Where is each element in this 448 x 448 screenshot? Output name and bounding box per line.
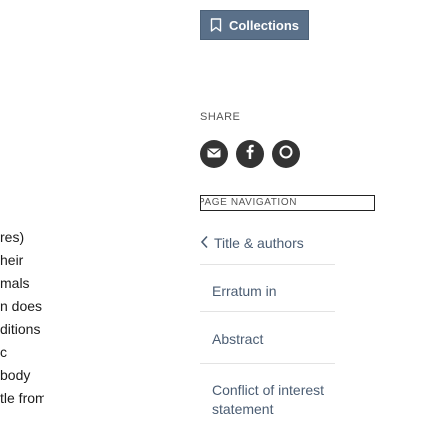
sidebar: Collections SHARE PAGE NAVIGATION Title … bbox=[200, 0, 448, 448]
nav-item-abstract[interactable]: Abstract bbox=[200, 312, 335, 364]
share-icons bbox=[200, 140, 300, 168]
article-line: tle from bbox=[0, 390, 44, 406]
twitter-share-button[interactable] bbox=[272, 140, 300, 168]
facebook-icon bbox=[246, 144, 254, 164]
nav-item-erratum[interactable]: Erratum in bbox=[200, 265, 335, 312]
nav-item-label: Abstract bbox=[212, 331, 264, 347]
email-icon bbox=[207, 145, 221, 163]
email-share-button[interactable] bbox=[200, 140, 228, 168]
nav-item-label: statement bbox=[212, 401, 274, 417]
nav-item-conflict-of-interest[interactable]: Conflict of interest statement bbox=[200, 364, 335, 439]
nav-item-label: Erratum in bbox=[212, 283, 277, 299]
facebook-share-button[interactable] bbox=[236, 140, 264, 168]
chevron-left-icon bbox=[200, 235, 209, 249]
article-body-clipped: res) heir mals n does ditions c body tle… bbox=[0, 226, 44, 410]
article-line: body bbox=[0, 367, 31, 383]
article-line: ditions bbox=[0, 321, 41, 337]
article-line: n does bbox=[0, 298, 43, 314]
article-line: c bbox=[0, 344, 7, 360]
nav-item-label: Conflict of interest bbox=[212, 382, 325, 398]
article-line: heir bbox=[0, 252, 24, 268]
article-line: res) bbox=[0, 229, 25, 245]
page: res) heir mals n does ditions c body tle… bbox=[0, 0, 448, 448]
article-line: mals bbox=[0, 275, 30, 291]
collections-button[interactable]: Collections bbox=[200, 10, 309, 40]
nav-item-label: Title & authors bbox=[214, 235, 304, 251]
nav-item-title-authors[interactable]: Title & authors bbox=[200, 228, 335, 265]
collections-label: Collections bbox=[228, 17, 300, 33]
bookmark-icon bbox=[210, 18, 222, 32]
page-navigation-toggle[interactable]: PAGE NAVIGATION bbox=[200, 195, 375, 211]
page-navigation-list: Title & authors Erratum in Abstract Conf… bbox=[200, 228, 335, 439]
share-heading: SHARE bbox=[200, 111, 241, 123]
page-navigation-label: PAGE NAVIGATION bbox=[200, 197, 298, 208]
twitter-icon bbox=[279, 145, 293, 164]
